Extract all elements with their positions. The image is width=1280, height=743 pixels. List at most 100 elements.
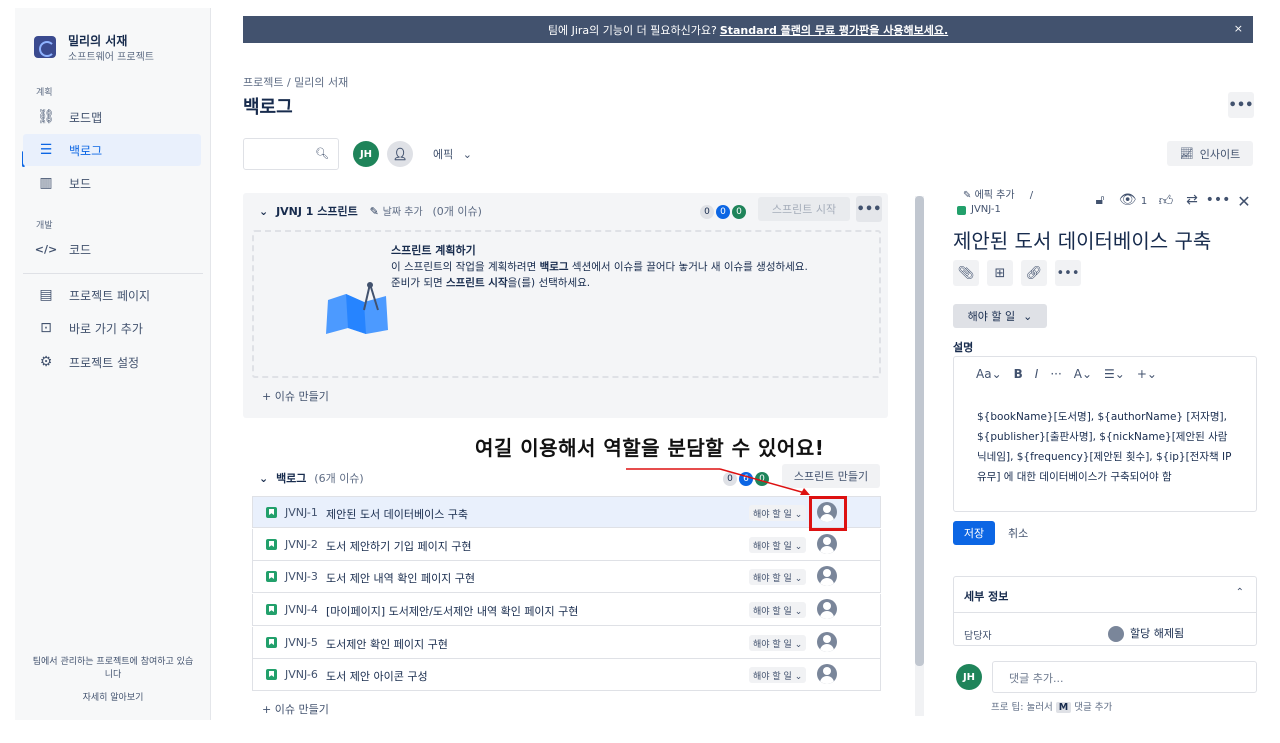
text-style-icon[interactable]: Aa⌄ (976, 367, 1002, 381)
search-icon: 🔍︎ (315, 147, 329, 160)
assignee-avatar-icon (1108, 626, 1124, 642)
text-color-icon[interactable]: A⌄ (1074, 367, 1092, 381)
scrollbar[interactable] (915, 196, 924, 716)
banner-link[interactable]: Standard 플랜의 무료 평가판을 사용해보세요. (720, 22, 948, 38)
status-dropdown[interactable]: 해야 할 일 ⌄ (749, 602, 807, 618)
chevron-down-icon: ⌄ (259, 472, 269, 485)
status-dropdown[interactable]: 해야 할 일 ⌄ (749, 569, 807, 585)
epic-filter-dropdown[interactable]: 에픽 ⌄ (433, 146, 472, 162)
like-icon[interactable]: 👍︎ (1153, 192, 1179, 211)
description-editor[interactable]: Aa⌄ B I ··· A⌄ ☰⌄ +⌄ ${bookName}[도서명], $… (953, 356, 1257, 512)
list-icon[interactable]: ☰⌄ (1104, 367, 1125, 381)
plan-sprint-title: 스프린트 계획하기 (391, 244, 476, 257)
assignee-avatar-icon[interactable] (817, 632, 837, 652)
plan-sprint-description: 이 스프린트의 작업을 계획하려면 백로그 섹션에서 이슈를 끌어다 놓거나 새… (391, 261, 808, 289)
backlog-count: (6개 이슈) (314, 472, 364, 485)
sidebar-item-project-settings[interactable]: ⚙ 프로젝트 설정 (23, 346, 201, 378)
close-icon[interactable]: ✕ (1231, 192, 1257, 211)
project-type: 소프트웨어 프로젝트 (68, 52, 154, 63)
description-text[interactable]: ${bookName}[도서명], ${authorName} [저자명], $… (977, 407, 1247, 487)
close-icon[interactable]: × (1234, 22, 1243, 35)
more-icon[interactable]: ••• (1055, 260, 1081, 286)
assignee-avatar-icon[interactable] (817, 664, 837, 684)
sidebar-item-label: 코드 (69, 242, 92, 257)
issue-key[interactable]: JVNJ-1 (285, 506, 318, 519)
issue-key[interactable]: JVNJ-4 (285, 603, 318, 616)
page-icon: ▤ (39, 287, 53, 303)
chevron-down-icon: ⌄ (259, 205, 269, 218)
story-icon (266, 507, 277, 518)
child-issue-icon[interactable]: ⊞ (987, 260, 1013, 286)
create-issue-button[interactable]: + 이슈 만들기 (262, 701, 329, 717)
table-row[interactable]: JVNJ-4 [마이페이지] 도서제안/도서제안 내역 확인 페이지 구현 해야… (252, 594, 881, 626)
attachment-icon[interactable]: 📎︎ (953, 260, 979, 286)
issue-key[interactable]: JVNJ-6 (285, 668, 318, 681)
breadcrumb[interactable]: 프로젝트 / 밀리의 서재 (243, 74, 348, 90)
project-title[interactable]: 밀리의 서재 (68, 32, 127, 49)
details-header[interactable]: 세부 정보 ⌃ (954, 577, 1256, 613)
table-row[interactable]: JVNJ-3 도서 제안 내역 확인 페이지 구현 해야 할 일 ⌄ (252, 561, 881, 593)
story-icon (266, 604, 277, 615)
issue-key[interactable]: JVNJ-2 (285, 538, 318, 551)
more-actions-button[interactable]: ••• (1228, 92, 1254, 118)
done-count: 0 (732, 205, 746, 219)
sprint-more-button[interactable]: ••• (856, 196, 882, 222)
watch-icon[interactable]: 👁︎ 1 (1113, 192, 1153, 211)
comment-input[interactable]: 댓글 추가... (992, 661, 1257, 693)
section-label-plan: 계획 (36, 88, 53, 98)
create-issue-button[interactable]: + 이슈 만들기 (262, 388, 329, 404)
lock-icon[interactable]: 🔓︎ (1087, 192, 1113, 211)
sprint-header[interactable]: ⌄ JVNJ 1 스프린트 ✎ 날짜 추가 (0개 이슈) (259, 203, 482, 219)
sprint-empty-dropzone[interactable] (252, 230, 881, 378)
link-icon[interactable]: 🔗︎ (1021, 260, 1047, 286)
learn-more-link[interactable]: 자세히 알아보기 (15, 692, 211, 705)
assignee-avatar-icon[interactable] (817, 566, 837, 586)
add-epic-link[interactable]: ✎ 에픽 추가 / (963, 186, 1033, 201)
table-row[interactable]: JVNJ-6 도서 제안 아이콘 구성 해야 할 일 ⌄ (252, 659, 881, 691)
add-date-link[interactable]: 날짜 추가 (383, 207, 423, 218)
issue-key[interactable]: JVNJ-3 (285, 570, 318, 583)
pro-tip: 프로 팁: 눌러서 M 댓글 추가 (991, 702, 1113, 713)
sidebar-item-project-page[interactable]: ▤ 프로젝트 페이지 (23, 279, 201, 311)
status-dropdown[interactable]: 해야 할 일 ⌄ (749, 635, 807, 651)
share-icon[interactable]: ⇄ (1179, 192, 1205, 211)
more-formatting-icon[interactable]: ··· (1050, 367, 1061, 381)
backlog-header[interactable]: ⌄ 백로그 (6개 이슈) (259, 470, 364, 486)
sidebar-item-board[interactable]: ▥ 보드 (23, 167, 201, 199)
table-row[interactable]: JVNJ-5 도서제안 확인 페이지 구현 해야 할 일 ⌄ (252, 627, 881, 659)
table-row[interactable]: JVNJ-2 도서 제안하기 기입 페이지 구현 해야 할 일 ⌄ (252, 529, 881, 561)
cancel-button[interactable]: 취소 (1008, 525, 1028, 541)
status-dropdown[interactable]: 해야 할 일 ⌄ (749, 505, 807, 521)
sidebar-footer-text: 팀에서 관리하는 프로젝트에 참여하고 있습니다 (32, 657, 194, 680)
sidebar-item-backlog[interactable]: ☰ 백로그 (23, 134, 201, 166)
more-icon[interactable]: ••• (1205, 192, 1231, 211)
insert-icon[interactable]: +⌄ (1137, 367, 1157, 381)
bold-icon[interactable]: B (1014, 367, 1023, 381)
sidebar: 밀리의 서재 소프트웨어 프로젝트 계획 ⛓ 로드맵 ☰ 백로그 ▥ 보드 개발… (15, 8, 211, 720)
search-input[interactable]: 🔍︎ (243, 138, 339, 170)
assignee-avatar-icon[interactable] (817, 599, 837, 619)
issue-title[interactable]: 제안된 도서 데이터베이스 구축 (953, 225, 1211, 254)
sprint-name: JVNJ 1 스프린트 (276, 205, 358, 218)
save-button[interactable]: 저장 (953, 521, 995, 545)
assignee-avatar-icon[interactable] (817, 534, 837, 554)
sidebar-item-roadmap[interactable]: ⛓ 로드맵 (23, 101, 201, 133)
sidebar-item-add-shortcut[interactable]: ⊡ 바로 가기 추가 (23, 312, 201, 344)
details-section: 세부 정보 ⌃ 담당자 할당 해제됨 (953, 576, 1257, 646)
assignee-label: 담당자 (964, 631, 992, 642)
avatar[interactable]: JH (353, 141, 379, 167)
status-dropdown[interactable]: 해야 할 일 ⌄ (749, 537, 807, 553)
insight-button[interactable]: 📈︎ 인사이트 (1167, 141, 1253, 166)
start-sprint-button[interactable]: 스프린트 시작 (758, 197, 850, 221)
scrollbar-thumb[interactable] (915, 196, 924, 666)
gear-icon: ⚙ (39, 354, 53, 370)
assignee-field[interactable]: 할당 해제됨 (1108, 625, 1184, 642)
italic-icon[interactable]: I (1035, 367, 1039, 381)
issue-key[interactable]: JVNJ-5 (285, 636, 318, 649)
sidebar-item-code[interactable]: </> 코드 (23, 233, 201, 265)
status-button[interactable]: 해야 할 일 ⌄ (953, 304, 1047, 328)
sprint-container: ⌄ JVNJ 1 스프린트 ✎ 날짜 추가 (0개 이슈) 000 스프린트 시… (243, 193, 888, 418)
status-dropdown[interactable]: 해야 할 일 ⌄ (749, 667, 807, 683)
issue-key-link[interactable]: JVNJ-1 (957, 204, 1001, 215)
add-people-icon[interactable]: 👤︎ (387, 141, 413, 167)
